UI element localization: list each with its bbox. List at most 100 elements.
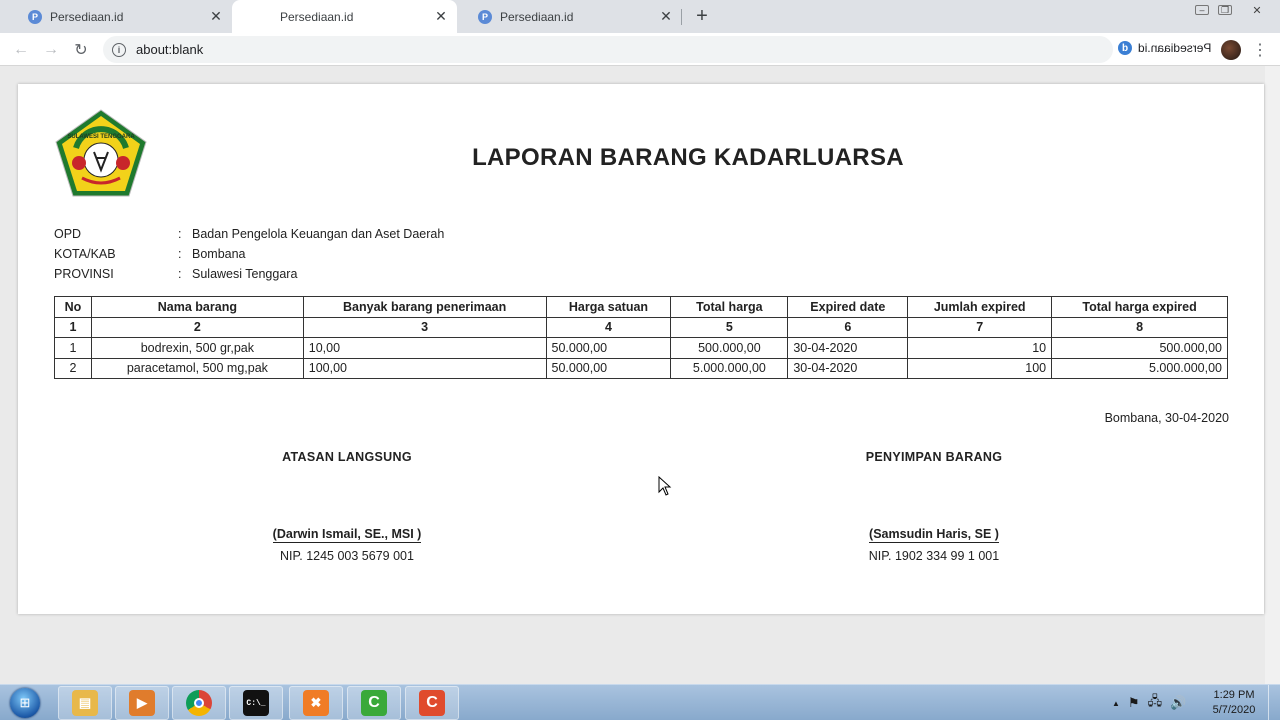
taskbar-chrome[interactable]	[172, 686, 226, 720]
column-number: 1	[54, 316, 92, 338]
place-date: Bombana, 30-04-2020	[1104, 411, 1229, 425]
meta-value: Badan Pengelola Keuangan dan Aset Daerah	[192, 227, 445, 241]
new-tab-plus-icon[interactable]: +	[692, 5, 712, 27]
more-menu-icon[interactable]: ⋮	[1252, 40, 1268, 60]
tab-separator	[681, 9, 682, 25]
cell-expired-date: 30-04-2020	[787, 337, 909, 359]
meta-sep: :	[178, 267, 182, 281]
column-header: Total harga	[670, 296, 789, 318]
table-column-number-row: 1 2 3 4 5 6 7 8	[54, 316, 1228, 338]
cell-total-price: 5.000.000,00	[670, 357, 789, 379]
start-button[interactable]: ⊞	[4, 685, 46, 720]
taskbar-xampp[interactable]: ✖	[289, 686, 343, 720]
signature-role: ATASAN LANGSUNG	[282, 450, 412, 464]
clock-time: 1:29 PM	[1213, 689, 1255, 701]
browser-toolbar: ← → ↻ i about:blank b Persediaan.id ⋮	[0, 33, 1280, 66]
signature-nip: NIP. 1245 003 5679 001	[280, 549, 414, 563]
volume-icon[interactable]: 🔊	[1170, 695, 1186, 711]
cell-unit-price: 50.000,00	[545, 337, 672, 359]
signature-role: PENYIMPAN BARANG	[865, 450, 1003, 464]
tab-1[interactable]: P Persediaan.id ✕	[8, 0, 232, 33]
cell-item-name: bodrexin, 500 gr,pak	[90, 337, 304, 359]
table-row: 1 bodrexin, 500 gr,pak 10,00 50.000,00 5…	[54, 337, 1228, 359]
page-viewport: SULAWESI TENGGARA LAPORAN BARANG KADARLU…	[0, 66, 1280, 684]
signature-right: PENYIMPAN BARANG (Samsudin Haris, SE ) N…	[814, 450, 1054, 563]
extension-label: Persediaan.id	[1138, 41, 1212, 55]
meta-value: Bombana	[192, 247, 246, 261]
minimize-icon[interactable]: –	[1191, 0, 1213, 20]
signature-nip: NIP. 1902 334 99 1 001	[868, 549, 1000, 563]
cell-no: 1	[54, 337, 92, 359]
taskbar-explorer[interactable]: ▤	[58, 686, 112, 720]
cell-no: 2	[54, 357, 92, 379]
close-icon[interactable]: ✕	[658, 8, 674, 25]
meta-row-opd: OPD : Badan Pengelola Keuangan dan Aset …	[54, 224, 444, 244]
column-header: Expired date	[787, 296, 909, 318]
windows-start-icon: ⊞	[10, 688, 40, 718]
show-desktop-button[interactable]	[1268, 685, 1280, 720]
tab-3[interactable]: P Persediaan.id ✕	[458, 0, 682, 33]
report-meta: OPD : Badan Pengelola Keuangan dan Aset …	[54, 224, 444, 284]
cell-item-name: paracetamol, 500 mg,pak	[90, 357, 304, 379]
taskbar-cmd[interactable]: C:\_	[229, 686, 283, 720]
tab-favicon-placeholder	[252, 10, 266, 24]
taskbar-camtasia-studio[interactable]: C	[405, 686, 459, 720]
signature-left: ATASAN LANGSUNG (Darwin Ismail, SE., MSI…	[227, 450, 467, 563]
table-header-row: No Nama barang Banyak barang penerimaan …	[54, 296, 1228, 318]
meta-sep: :	[178, 227, 182, 241]
meta-row-kota: KOTA/KAB : Bombana	[54, 244, 444, 264]
chrome-icon	[186, 690, 212, 716]
signature-name: (Darwin Ismail, SE., MSI )	[272, 527, 422, 543]
tab-2-active[interactable]: Persediaan.id ✕	[232, 0, 457, 33]
tray-expand-icon[interactable]: ▲	[1112, 699, 1120, 708]
command-prompt-icon: C:\_	[243, 690, 269, 716]
profile-avatar[interactable]	[1221, 40, 1241, 60]
meta-key: OPD	[54, 227, 82, 241]
action-center-flag-icon[interactable]: ⚑	[1128, 695, 1140, 711]
column-header: Banyak barang penerimaan	[302, 296, 547, 318]
tab-strip: P Persediaan.id ✕ Persediaan.id ✕ P Pers…	[0, 0, 1280, 33]
column-header: Harga satuan	[545, 296, 672, 318]
window-close-icon[interactable]: ✕	[1246, 0, 1268, 20]
cell-expired-date: 30-04-2020	[787, 357, 909, 379]
persediaan-favicon-icon: P	[28, 9, 42, 24]
close-icon[interactable]: ✕	[433, 8, 449, 25]
folder-icon: ▤	[72, 690, 98, 716]
tab-title: Persediaan.id	[280, 9, 354, 24]
column-header: Total harga expired	[1051, 296, 1228, 318]
column-header: Nama barang	[90, 296, 304, 318]
mouse-cursor-icon	[658, 476, 672, 496]
cell-total-price: 500.000,00	[670, 337, 789, 359]
column-number: 7	[907, 316, 1053, 338]
extension-persediaan[interactable]: b Persediaan.id	[1118, 41, 1211, 55]
camtasia-red-icon: C	[419, 690, 445, 716]
signature-name: (Samsudin Haris, SE )	[869, 527, 999, 543]
meta-row-provinsi: PROVINSI : Sulawesi Tenggara	[54, 264, 444, 284]
meta-key: PROVINSI	[54, 267, 114, 281]
meta-value: Sulawesi Tenggara	[192, 267, 298, 281]
address-text[interactable]: about:blank	[136, 42, 203, 57]
info-icon[interactable]: i	[112, 42, 126, 57]
taskbar-media-player[interactable]: ▶	[115, 686, 169, 720]
tab-title: Persediaan.id	[50, 9, 124, 24]
address-bar[interactable]: i about:blank	[103, 36, 1113, 63]
column-header: No	[54, 296, 92, 318]
cell-unit-price: 50.000,00	[545, 357, 672, 379]
windows-taskbar: ⊞ ▤ ▶ C:\_ ✖ C C ▲ ⚑ 🖧 🔊 1:29 PM 5/7/202…	[0, 684, 1280, 720]
camtasia-green-icon: C	[361, 690, 387, 716]
emblem-text: SULAWESI TENGGARA	[67, 134, 135, 140]
back-arrow-icon[interactable]: ←	[9, 38, 33, 62]
report-title: LAPORAN BARANG KADARLUARSA	[472, 144, 904, 171]
taskbar-camtasia-recorder[interactable]: C	[347, 686, 401, 720]
network-icon[interactable]: 🖧	[1148, 692, 1163, 714]
forward-arrow-icon[interactable]: →	[39, 38, 63, 62]
reload-icon[interactable]: ↻	[69, 38, 93, 62]
system-tray: ▲ ⚑ 🖧 🔊	[1112, 685, 1186, 720]
column-number: 4	[545, 316, 672, 338]
close-icon[interactable]: ✕	[208, 8, 224, 25]
column-number: 2	[90, 316, 304, 338]
restore-icon[interactable]: ❐	[1214, 0, 1236, 20]
cell-expired-qty: 10	[907, 337, 1053, 359]
taskbar-clock[interactable]: 1:29 PM 5/7/2020	[1208, 688, 1260, 718]
media-player-icon: ▶	[129, 690, 155, 716]
